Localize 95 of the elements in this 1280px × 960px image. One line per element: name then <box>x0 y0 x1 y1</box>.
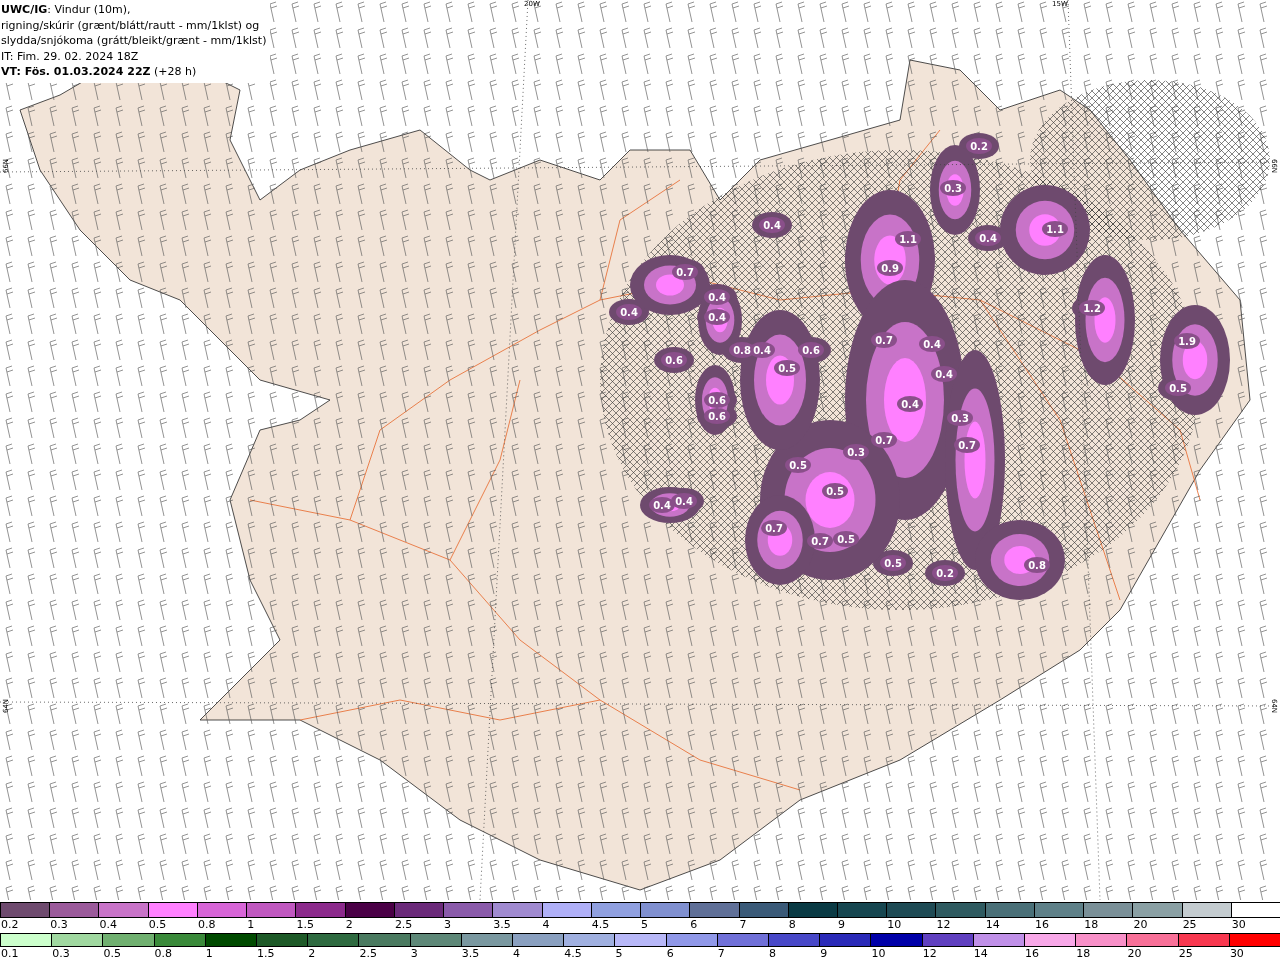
legend-label: 5 <box>614 947 624 960</box>
legend-label: 3 <box>409 947 419 960</box>
precipitation-value: 0.4 <box>675 496 693 507</box>
legend-label: 20 <box>1126 947 1143 960</box>
precipitation-value: 0.7 <box>676 267 694 278</box>
legend-label: 18 <box>1083 918 1100 932</box>
legend-label: 4 <box>541 918 551 932</box>
legend-label: 2 <box>307 947 317 960</box>
precipitation-value: 0.5 <box>789 460 807 471</box>
legend-label: 0.3 <box>49 918 69 932</box>
legend-label: 3 <box>443 918 453 932</box>
title-line: slydda/snjókoma (grátt/bleikt/grænt - mm/1klst) <box>1 33 267 49</box>
legend-label: 10 <box>870 947 887 960</box>
title-line: VT: Fös. 01.03.2024 22Z (+28 h) <box>1 64 198 80</box>
legend-label: 1.5 <box>295 918 315 932</box>
precipitation-value: 0.6 <box>802 345 820 356</box>
legend-label: 16 <box>1024 947 1041 960</box>
legend-label: 14 <box>984 918 1001 932</box>
precipitation-value: 0.2 <box>970 141 988 152</box>
legend-label: 3.5 <box>460 947 481 960</box>
precipitation-value: 0.3 <box>951 413 969 424</box>
legend-label: 3.5 <box>492 918 512 932</box>
legend-label: 8 <box>787 918 797 932</box>
precipitation-value: 1.1 <box>899 234 917 245</box>
legend-label: 0.5 <box>102 947 122 960</box>
precipitation-value: 0.4 <box>901 399 919 410</box>
legend-label: 7 <box>716 947 726 960</box>
precipitation-value: 0.5 <box>778 363 796 374</box>
precipitation-value: 1.1 <box>1046 224 1064 235</box>
legend-label: 1 <box>204 947 214 960</box>
precipitation-value: 0.4 <box>753 345 771 356</box>
legend-label: 16 <box>1033 918 1050 932</box>
precipitation-value: 0.5 <box>826 486 844 497</box>
precipitation-value: 0.8 <box>1028 560 1046 571</box>
legend-label: 2.5 <box>358 947 378 960</box>
legend-label: 25 <box>1177 947 1194 960</box>
precipitation-value: 0.7 <box>958 440 976 451</box>
legend-label: 0.3 <box>51 947 71 960</box>
legend-label: 2.5 <box>393 918 414 932</box>
legend-label: 6 <box>665 947 675 960</box>
legend-label: 12 <box>935 918 952 932</box>
legend-label: 0.5 <box>147 918 168 932</box>
precipitation-value: 0.4 <box>979 233 997 244</box>
legend-label: 8 <box>768 947 778 960</box>
legend-label: 7 <box>738 918 748 932</box>
legend-label: 30 <box>1228 947 1245 960</box>
legend-label: 4.5 <box>563 947 583 960</box>
precipitation-value: 0.5 <box>837 534 855 545</box>
legend-label: 0.4 <box>98 918 118 932</box>
legend-label: 4.5 <box>590 918 611 932</box>
precipitation-value: 0.7 <box>875 335 893 346</box>
legend-label: 6 <box>689 918 699 932</box>
legend-label: 20 <box>1132 918 1149 932</box>
precipitation-value: 0.7 <box>811 536 829 547</box>
precipitation-value: 0.6 <box>708 411 726 422</box>
precipitation-value: 0.4 <box>708 312 726 323</box>
precipitation-value: 1.2 <box>1083 303 1101 314</box>
legend-label: 18 <box>1075 947 1092 960</box>
legend-label: 1.5 <box>256 947 276 960</box>
legend-label: 0.8 <box>153 947 174 960</box>
precipitation-value: 0.3 <box>847 447 865 458</box>
legend-label: 9 <box>819 947 829 960</box>
title-line: IT: Fim. 29. 02. 2024 18Z <box>1 48 140 64</box>
precipitation-value: 0.4 <box>935 369 953 380</box>
precipitation-value: 0.7 <box>875 435 893 446</box>
legend-label: 12 <box>921 947 938 960</box>
precipitation-value: 0.8 <box>733 345 751 356</box>
legend-label: 1 <box>246 918 256 932</box>
precipitation-value: 1.9 <box>1178 336 1196 347</box>
legend-label: 5 <box>640 918 650 932</box>
legend-label: 25 <box>1181 918 1198 932</box>
title-line: rigning/skúrir (grænt/blátt/rautt - mm/1klst) og <box>1 17 261 33</box>
legend-label: 0.2 <box>0 918 20 932</box>
precipitation-value: 0.5 <box>1169 383 1187 394</box>
precipitation-value: 0.9 <box>881 263 899 274</box>
legend-label: 2 <box>344 918 354 932</box>
legend-label: 0.8 <box>196 918 217 932</box>
precipitation-value: 0.5 <box>884 558 902 569</box>
precipitation-value: 0.2 <box>936 568 954 579</box>
legend-label: 30 <box>1230 918 1247 932</box>
legend-label: 10 <box>886 918 903 932</box>
legend-label: 14 <box>972 947 989 960</box>
precipitation-value: 0.4 <box>708 292 726 303</box>
precipitation-value: 0.6 <box>708 395 726 406</box>
legend-label: 0.1 <box>0 947 20 960</box>
title-line: UWC/IG: Vindur (10m), <box>1 2 132 18</box>
precipitation-value: 0.6 <box>665 355 683 366</box>
precipitation-value: 0.4 <box>620 307 638 318</box>
legend-label: 9 <box>837 918 846 932</box>
precipitation-value: 0.4 <box>763 220 781 231</box>
precipitation-value: 0.4 <box>653 500 671 511</box>
precipitation-value: 0.4 <box>923 339 941 350</box>
legend-label: 4 <box>512 947 522 960</box>
precipitation-value: 0.3 <box>944 183 962 194</box>
precipitation-value: 0.7 <box>765 523 783 534</box>
